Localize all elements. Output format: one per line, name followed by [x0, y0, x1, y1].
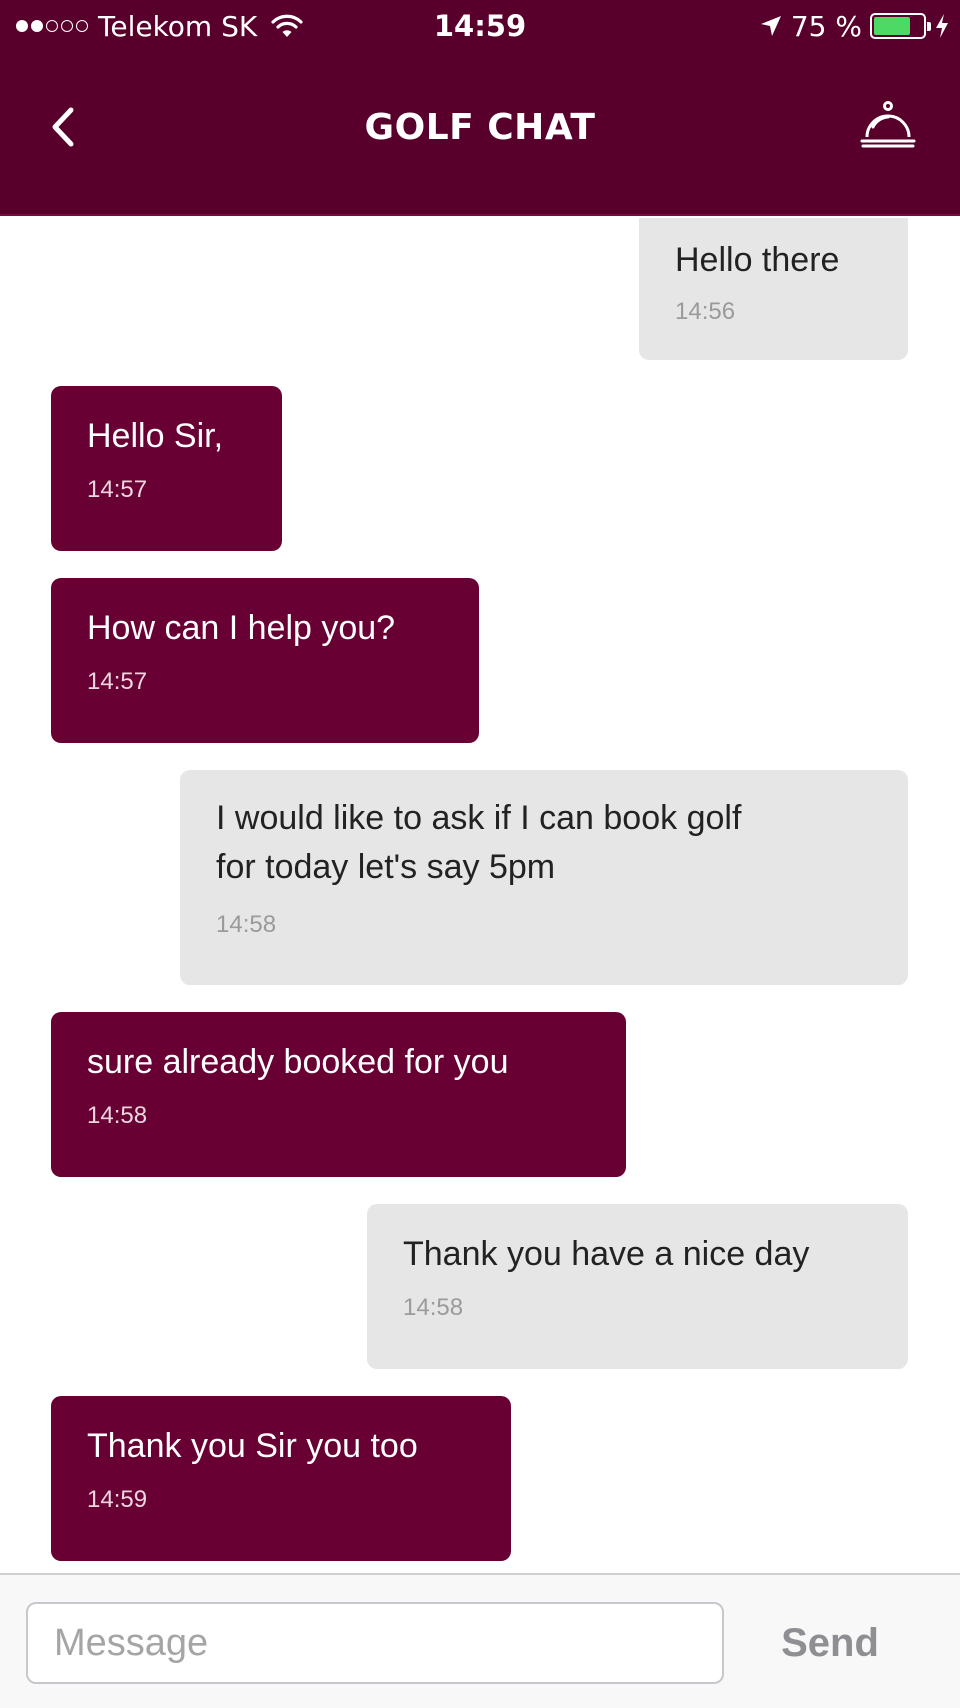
battery-icon: [870, 13, 931, 39]
message-text: Hello there: [675, 241, 840, 279]
charging-bolt-icon: [936, 14, 948, 38]
message-time: 14:58: [216, 911, 277, 938]
status-right: 75 %: [759, 8, 950, 44]
message-text: I would like to ask if I can book golf f…: [216, 799, 742, 886]
message-bubble-incoming: Hello Sir, 14:57: [51, 386, 282, 551]
message-text: sure already booked for you: [87, 1043, 509, 1081]
message-text: Thank you have a nice day: [403, 1235, 810, 1273]
app-header: Telekom SK 14:59 75 % GOLF CHAT: [0, 0, 960, 216]
send-button[interactable]: Send: [760, 1607, 900, 1679]
battery-level: [874, 17, 910, 35]
message-composer: Send: [0, 1573, 960, 1708]
message-time: 14:58: [87, 1102, 148, 1129]
message-input[interactable]: [26, 1602, 724, 1684]
message-time: 14:57: [87, 668, 148, 695]
message-time: 14:58: [403, 1294, 464, 1321]
message-bubble-outgoing: Hello there 14:56: [639, 218, 908, 360]
message-bubble-outgoing: I would like to ask if I can book golf f…: [180, 770, 908, 985]
message-list[interactable]: Hello there 14:56 Hello Sir, 14:57 How c…: [0, 218, 960, 1573]
message-bubble-incoming: Thank you Sir you too 14:59: [51, 1396, 511, 1561]
concierge-button[interactable]: [858, 100, 918, 152]
message-bubble-incoming: sure already booked for you 14:58: [51, 1012, 626, 1177]
concierge-bell-icon: [860, 101, 916, 148]
message-text: How can I help you?: [87, 609, 396, 647]
message-time: 14:56: [675, 298, 736, 325]
battery-percent: 75 %: [790, 9, 862, 43]
message-text: Hello Sir,: [87, 417, 224, 455]
message-time: 14:57: [87, 476, 148, 503]
page-title: GOLF CHAT: [364, 107, 596, 148]
message-bubble-incoming: How can I help you? 14:57: [51, 578, 479, 743]
navigation-bar: GOLF CHAT: [0, 52, 960, 214]
message-text: Thank you Sir you too: [87, 1427, 418, 1465]
message-bubble-outgoing: Thank you have a nice day 14:58: [367, 1204, 908, 1369]
location-arrow-icon: [760, 16, 781, 36]
message-time: 14:59: [87, 1486, 148, 1513]
status-bar: Telekom SK 14:59 75 %: [0, 0, 960, 52]
battery-cap: [927, 22, 931, 31]
